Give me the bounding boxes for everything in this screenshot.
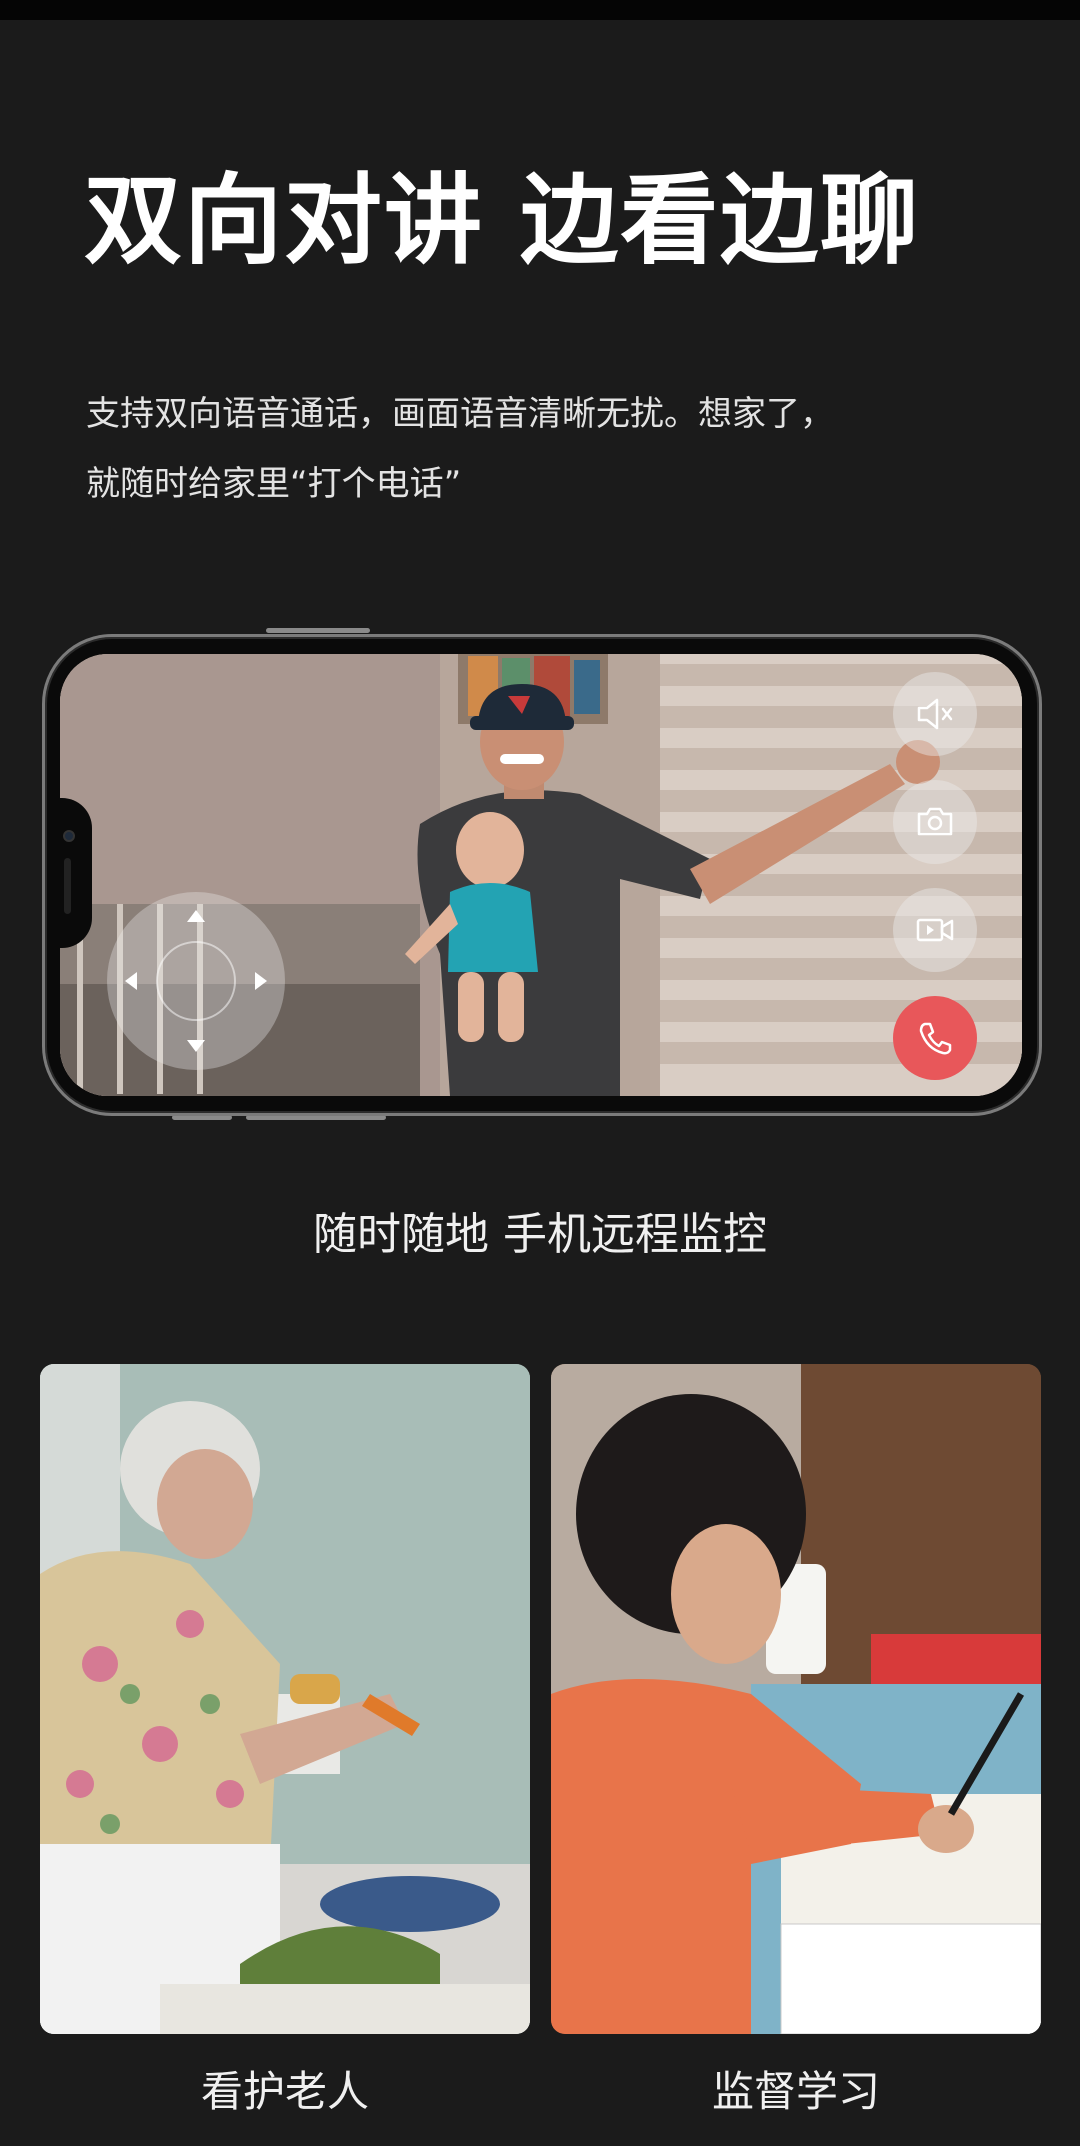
elder-care-label: 看护老人: [200, 2067, 369, 2116]
speaker-mute-icon: [917, 698, 953, 730]
record-button[interactable]: [893, 888, 977, 972]
study-supervision-photo: [551, 1364, 1041, 2034]
elderly-woman-image: [40, 1364, 530, 2034]
dpad-center[interactable]: [156, 941, 236, 1021]
front-camera: [63, 830, 75, 842]
mute-button[interactable]: [893, 672, 977, 756]
pan-left-arrow-icon[interactable]: [125, 972, 137, 990]
camera-icon: [917, 807, 953, 836]
phone-side-button: [266, 628, 370, 633]
voice-call-button[interactable]: [893, 996, 977, 1080]
earpiece-speaker: [64, 858, 71, 914]
phone-call-icon: [919, 1022, 952, 1055]
ptz-direction-pad[interactable]: [107, 892, 285, 1070]
study-supervision-label: 监督学习: [711, 2067, 880, 2116]
page-headline: 双向对讲 边看边聊: [84, 164, 921, 278]
pan-right-arrow-icon[interactable]: [255, 972, 267, 990]
description-line-1: 支持双向语音通话，画面语音清晰无扰。想家了，: [86, 394, 834, 434]
remote-monitoring-caption: 随时随地 手机远程监控: [313, 1209, 767, 1260]
video-record-icon: [916, 918, 954, 942]
elder-care-photo: [40, 1364, 530, 2034]
snapshot-button[interactable]: [893, 780, 977, 864]
pan-down-arrow-icon[interactable]: [187, 1040, 205, 1052]
pan-up-arrow-icon[interactable]: [187, 910, 205, 922]
top-status-strip: [0, 0, 1080, 20]
description-line-2: 就随时给家里“打个电话”: [86, 464, 462, 504]
child-studying-image: [551, 1364, 1041, 2034]
